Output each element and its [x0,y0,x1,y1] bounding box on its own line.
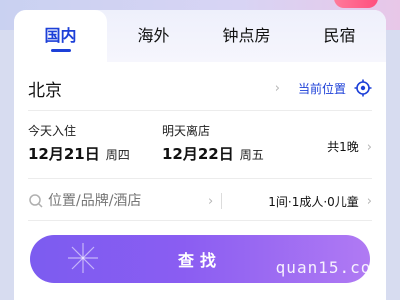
nights-count[interactable]: 共1晚 › [327,138,372,155]
sparkle-icon [68,243,98,273]
date-selector[interactable]: 今天入住 12月21日 周四 明天离店 12月22日 周五 共1晚 › [28,122,372,172]
tab-overseas[interactable]: 海外 [107,10,200,62]
keyword-search-input[interactable] [48,193,208,209]
city-name: 北京 [28,80,62,101]
watermark: quan15.com [275,258,382,277]
checkout-date-value: 12月22日 [162,145,234,163]
category-tabs: 国内 海外 钟点房 民宿 [14,10,386,62]
tab-hourly-room-label: 钟点房 [222,26,271,45]
promo-badge[interactable] [334,0,378,8]
tab-overseas-label: 海外 [137,26,170,45]
current-location-label[interactable]: 当前位置 [298,80,346,97]
divider [28,110,372,111]
checkout-label: 明天离店 [162,124,211,138]
active-tab-indicator [50,49,71,52]
checkin-weekday: 周四 [105,148,130,162]
search-icon [29,194,43,208]
checkin-date-value: 12月21日 [28,145,100,163]
chevron-right-icon: › [208,193,214,209]
room-guest-selector[interactable]: 1间·1成人·0儿童 [234,193,359,210]
divider [28,220,372,221]
checkout-date[interactable]: 明天离店 12月22日 周五 [162,122,264,164]
checkin-label: 今天入住 [28,124,77,138]
tab-domestic-label: 国内 [44,26,77,45]
chevron-right-icon: › [274,80,280,96]
checkin-date[interactable]: 今天入住 12月21日 周四 [28,122,130,164]
tab-homestay[interactable]: 民宿 [293,10,386,62]
keyword-and-guests-row: › 1间·1成人·0儿童 › [28,186,372,216]
city-selector[interactable]: 北京 › 当前位置 [28,70,372,106]
nights-label: 共1晚 [327,140,359,154]
hotel-search-card: 国内 海外 钟点房 民宿 北京 › 当前位置 今天入住 12月21日 周四 明天… [14,10,386,300]
tab-homestay-label: 民宿 [323,26,356,45]
vertical-divider [221,193,223,209]
divider [28,178,372,179]
chevron-right-icon: › [366,140,372,155]
search-button-label: 查找 [177,251,222,270]
tab-domestic[interactable]: 国内 [14,10,107,62]
chevron-right-icon: › [366,193,372,209]
tab-hourly-room[interactable]: 钟点房 [200,10,293,62]
locate-icon[interactable] [354,79,372,97]
checkout-weekday: 周五 [239,148,264,162]
